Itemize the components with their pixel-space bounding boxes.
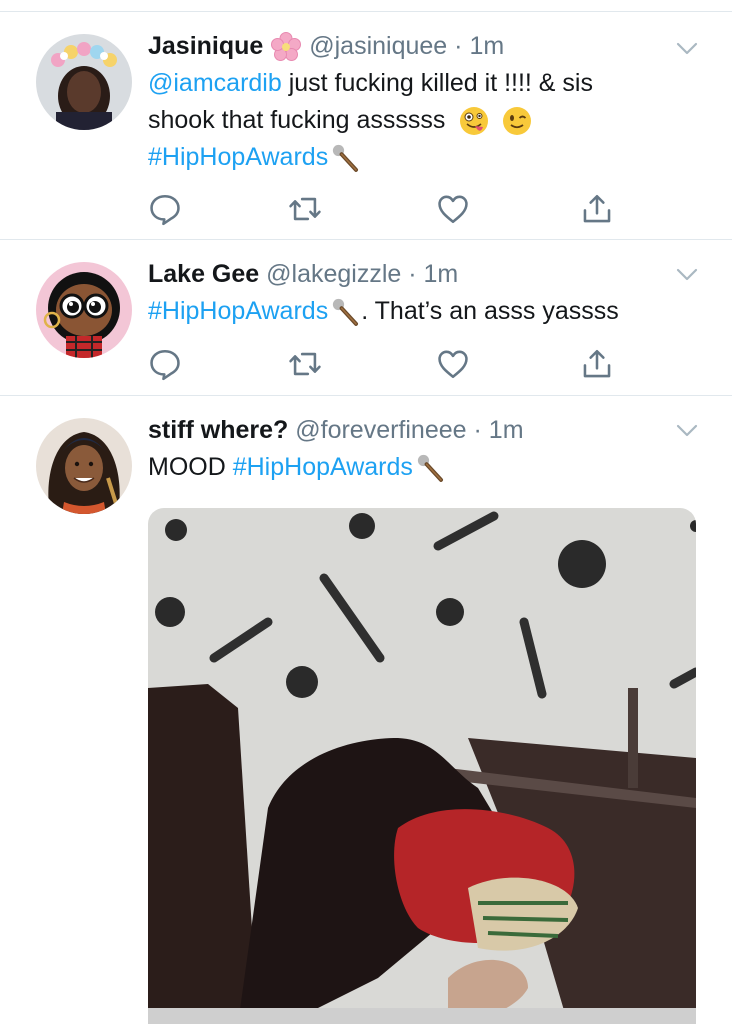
retweet-icon[interactable] (288, 347, 322, 381)
timestamp[interactable]: 1m (469, 32, 504, 60)
microphone-icon (416, 453, 446, 483)
separator-dot: · (454, 32, 463, 60)
display-name[interactable]: Jasinique (148, 32, 263, 60)
microphone-icon (331, 297, 361, 327)
chevron-down-icon[interactable] (676, 424, 698, 438)
handle[interactable]: @foreverfineee (295, 416, 466, 444)
avatar[interactable] (36, 262, 132, 358)
like-icon[interactable] (436, 347, 470, 381)
share-icon[interactable] (580, 192, 614, 226)
tweet-actions (148, 347, 618, 381)
winking-face-icon (503, 107, 532, 136)
zany-face-icon (460, 107, 489, 136)
chevron-down-icon[interactable] (676, 42, 698, 56)
mention-link[interactable]: @iamcardib (148, 69, 282, 97)
avatar[interactable] (36, 34, 132, 130)
tweet-text: MOOD #HipHopAwards (148, 449, 708, 486)
avatar[interactable] (36, 418, 132, 514)
tweet-text-line: just fucking killed it !!!! & sis (281, 69, 593, 97)
timestamp[interactable]: 1m (424, 260, 459, 288)
tweet-text-line: MOOD (148, 453, 233, 481)
display-name[interactable]: stiff where? (148, 416, 288, 444)
tweet-header: Lake Gee @lakegizzle · 1m (148, 256, 458, 292)
hashtag-link[interactable]: #HipHopAwards (148, 143, 328, 171)
tweet-header: stiff where? @foreverfineee · 1m (148, 412, 524, 448)
reply-icon[interactable] (148, 192, 182, 226)
cherry-blossom-icon (271, 32, 302, 62)
reply-icon[interactable] (148, 347, 182, 381)
gif-image[interactable] (148, 508, 696, 1024)
share-icon[interactable] (580, 347, 614, 381)
tweet[interactable]: Lake Gee @lakegizzle · 1m #HipHopAwards.… (0, 240, 732, 396)
hashtag-link[interactable]: #HipHopAwards (233, 453, 413, 481)
handle[interactable]: @lakegizzle (266, 260, 401, 288)
tweet[interactable]: Jasinique @jasiniquee · 1m @iamcardib ju… (0, 12, 732, 240)
chevron-down-icon[interactable] (676, 268, 698, 282)
separator-dot: · (408, 260, 417, 288)
timestamp[interactable]: 1m (489, 416, 524, 444)
tweet-text: @iamcardib just fucking killed it !!!! &… (148, 65, 708, 176)
display-name[interactable]: Lake Gee (148, 260, 259, 288)
hashtag-link[interactable]: #HipHopAwards (148, 297, 328, 325)
tweet-text: #HipHopAwards . That’s an asss yassss (148, 293, 708, 330)
handle[interactable]: @jasiniquee (309, 32, 447, 60)
tweet-header: Jasinique @jasiniquee · 1m (148, 28, 504, 64)
like-icon[interactable] (436, 192, 470, 226)
retweet-icon[interactable] (288, 192, 322, 226)
microphone-icon (331, 143, 361, 173)
tweet-actions (148, 192, 618, 226)
tweet-text-line: . That’s an asss yassss (361, 297, 619, 325)
separator-dot: · (473, 416, 482, 444)
tweet-text-line: shook that fucking assssss (148, 106, 446, 134)
